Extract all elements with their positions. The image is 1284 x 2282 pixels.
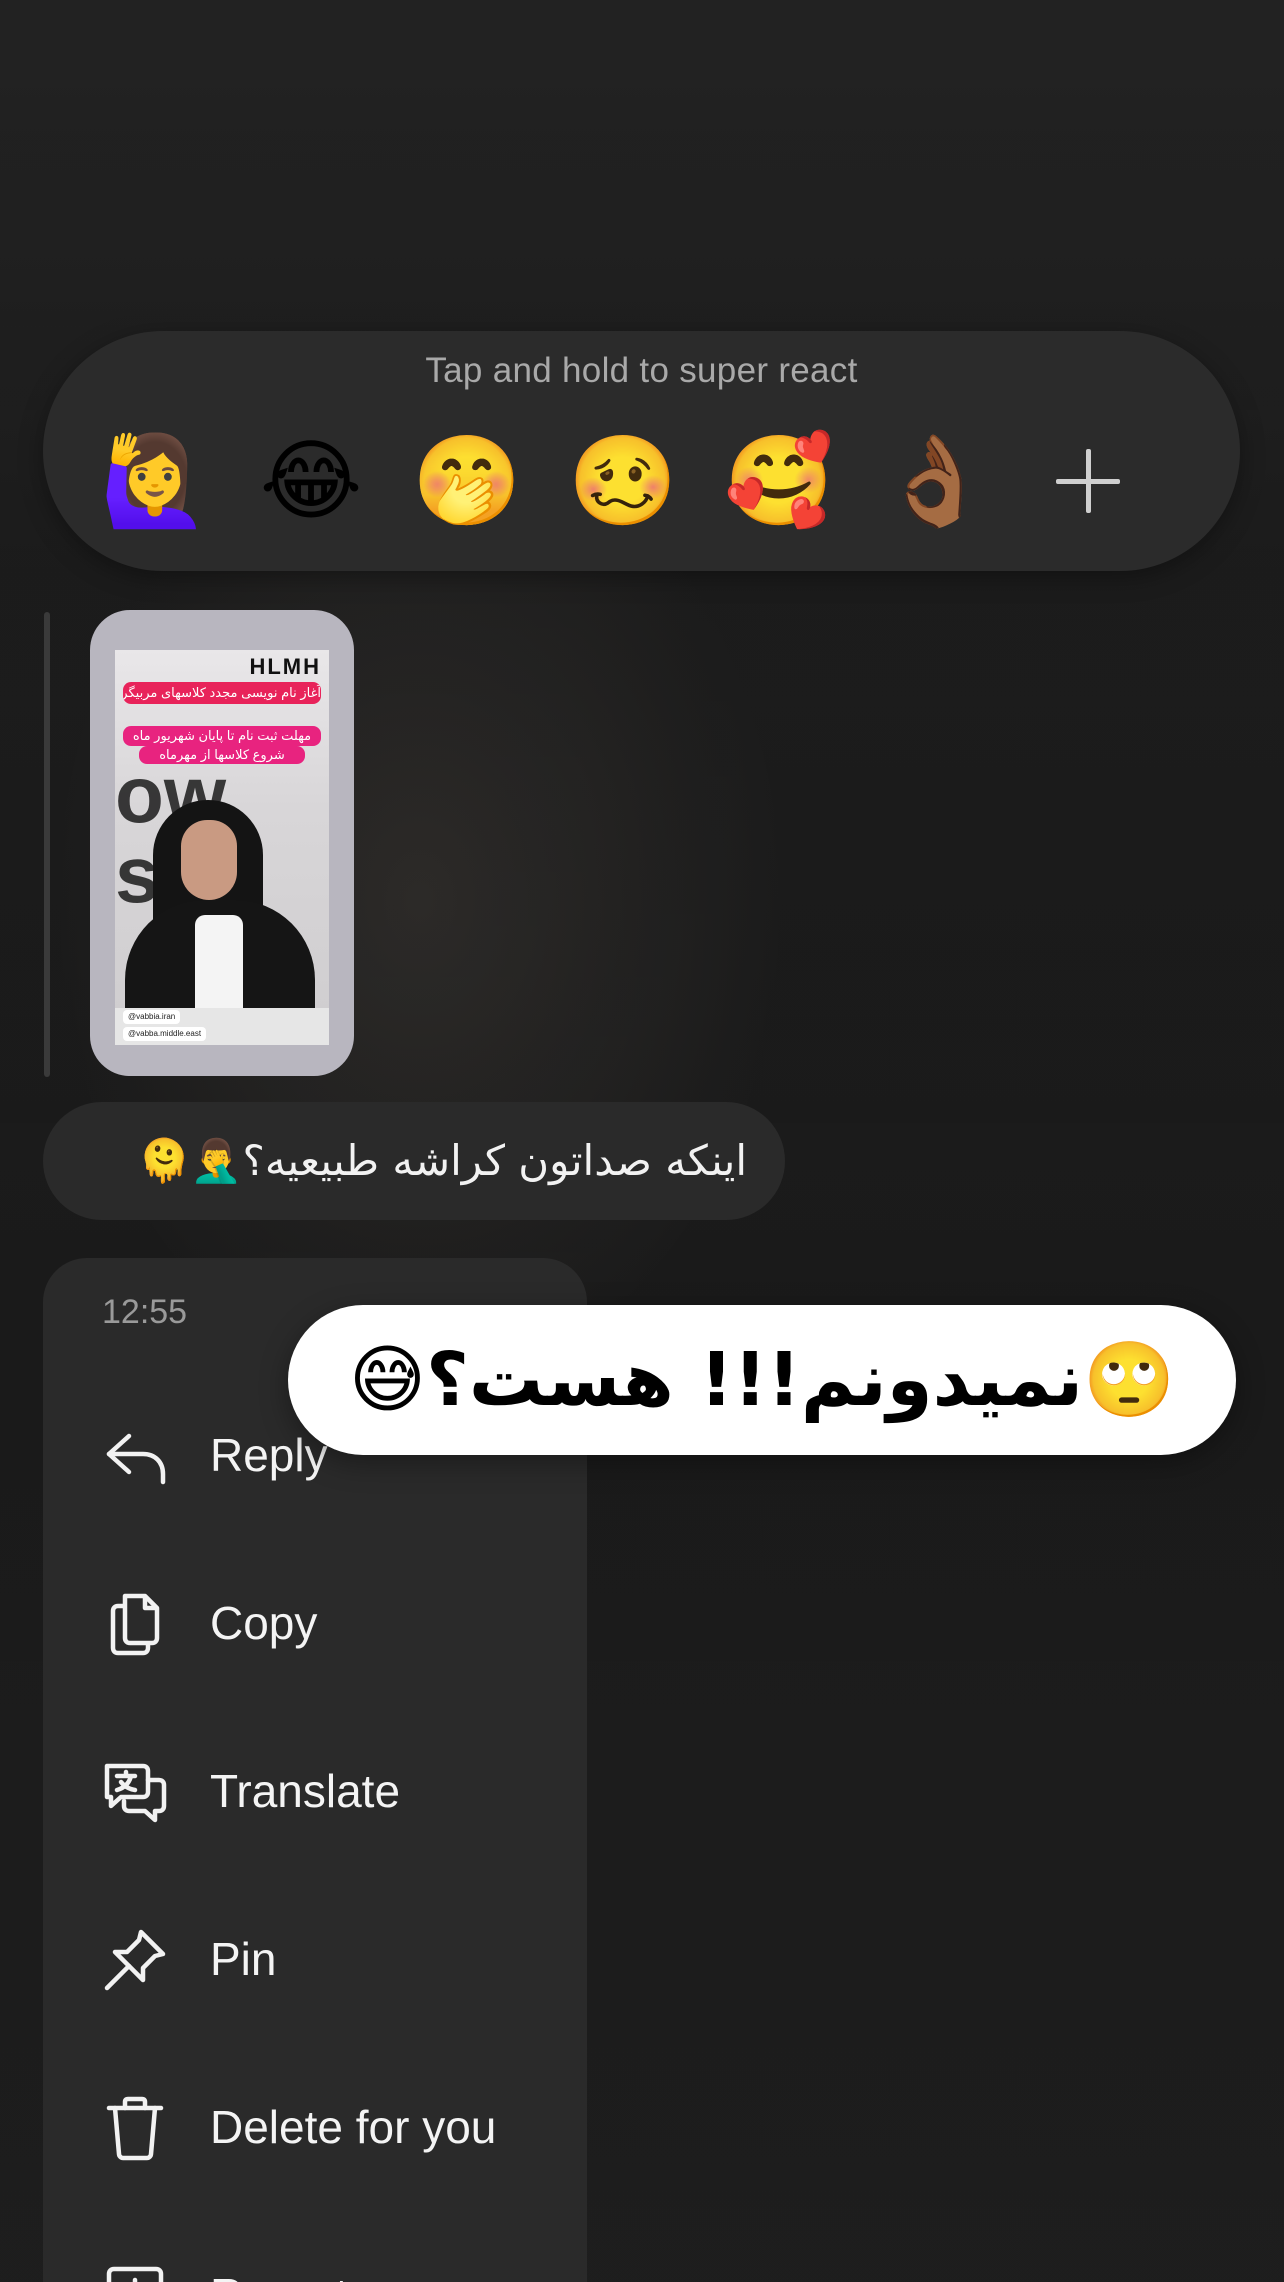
menu-item-report[interactable]: Report <box>43 2238 587 2282</box>
copy-icon <box>99 1588 171 1660</box>
story-banner-3: شروع کلاسها از مهرماه <box>139 746 305 764</box>
chat-screen: Tap and hold to super react 🙋‍♀️ 😂 🤭 🥴 🥰… <box>0 0 1284 2282</box>
story-banner-2: مهلت ثبت نام تا پایان شهریور ماه <box>123 726 321 746</box>
menu-item-label: Delete for you <box>210 2101 497 2153</box>
menu-item-label: Pin <box>210 1933 277 1985</box>
story-banner-1: آغاز نام نویسی مجدد کلاسهای مربیگری <box>123 682 321 704</box>
reply-icon <box>99 1420 171 1492</box>
received-message-text: اینکه صداتون کراشه طبیعیه؟🤦‍♂️🫠 <box>137 1136 747 1185</box>
menu-item-copy[interactable]: Copy <box>43 1566 587 1676</box>
story-handle-1: @vabbia.iran <box>123 1010 181 1024</box>
menu-item-delete[interactable]: Delete for you <box>43 2070 587 2180</box>
reply-thread-bar <box>44 612 50 1077</box>
received-message-bubble[interactable]: اینکه صداتون کراشه طبیعیه؟🤦‍♂️🫠 <box>43 1102 785 1220</box>
story-person-face <box>181 820 237 900</box>
story-logo: HLMH <box>249 654 321 679</box>
pin-icon <box>99 1924 171 1996</box>
story-image: ow sw HLMH آغاز نام نویسی مجدد کلاسهای م… <box>115 650 329 1045</box>
sent-message-text: 🙄نمیدونم!!! هست؟😅 <box>348 1336 1176 1423</box>
reaction-bar: Tap and hold to super react 🙋‍♀️ 😂 🤭 🥴 🥰… <box>43 331 1240 571</box>
selected-sent-message-bubble[interactable]: 🙄نمیدونم!!! هست؟😅 <box>288 1305 1236 1455</box>
reaction-emoji-smiling-hearts[interactable]: 🥰 <box>719 421 839 541</box>
reaction-row: 🙋‍♀️ 😂 🤭 🥴 🥰 👌🏾 <box>43 421 1240 541</box>
menu-item-pin[interactable]: Pin <box>43 1902 587 2012</box>
reaction-emoji-hand-over-mouth[interactable]: 🤭 <box>407 421 527 541</box>
reaction-emoji-woozy[interactable]: 🥴 <box>563 421 683 541</box>
trash-icon <box>99 2092 171 2164</box>
message-timestamp: 12:55 <box>102 1293 188 1331</box>
reaction-emoji-raising-hand[interactable]: 🙋‍♀️ <box>95 421 215 541</box>
reaction-emoji-laughing[interactable]: 😂 <box>251 421 371 541</box>
reaction-emoji-ok-hand[interactable]: 👌🏾 <box>875 421 995 541</box>
reaction-hint: Tap and hold to super react <box>425 351 858 390</box>
menu-item-label: Report <box>210 2268 348 2282</box>
menu-item-label: Translate <box>210 1765 401 1817</box>
story-reply-thumbnail[interactable]: ow sw HLMH آغاز نام نویسی مجدد کلاسهای م… <box>90 610 354 1076</box>
menu-item-label: Copy <box>210 1597 318 1649</box>
story-handle-2: @vabba.middle.east <box>123 1027 207 1041</box>
report-icon <box>99 2260 171 2282</box>
menu-item-translate[interactable]: Translate <box>43 1734 587 1844</box>
plus-icon[interactable] <box>1028 421 1148 541</box>
translate-icon <box>99 1756 171 1828</box>
